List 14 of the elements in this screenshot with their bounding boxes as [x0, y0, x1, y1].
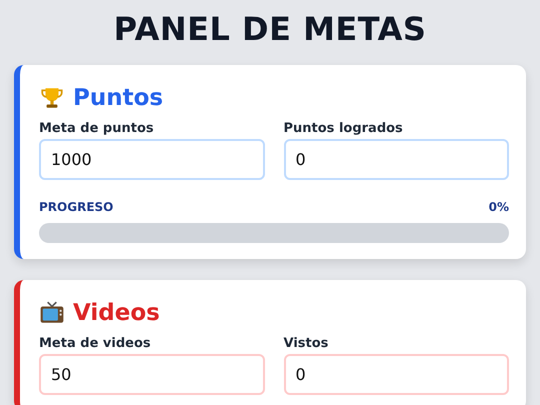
- field-label: Vistos: [284, 336, 330, 351]
- field-label: Meta de puntos: [39, 121, 155, 136]
- page-title: PANEL DE METAS: [112, 10, 428, 48]
- card-title: Puntos: [73, 85, 164, 111]
- card-title: Videos: [73, 300, 160, 326]
- field-label: Meta de videos: [39, 336, 152, 351]
- input-field[interactable]: 1000: [39, 139, 264, 180]
- progress-percent: 0%: [488, 200, 509, 214]
- input-field[interactable]: 0: [284, 139, 509, 180]
- field-label: Puntos logrados: [284, 121, 404, 136]
- input-field[interactable]: 50: [39, 354, 264, 395]
- input-field[interactable]: 0: [284, 354, 509, 395]
- television-icon: [39, 300, 65, 326]
- progress-label: PROGRESO: [39, 200, 114, 214]
